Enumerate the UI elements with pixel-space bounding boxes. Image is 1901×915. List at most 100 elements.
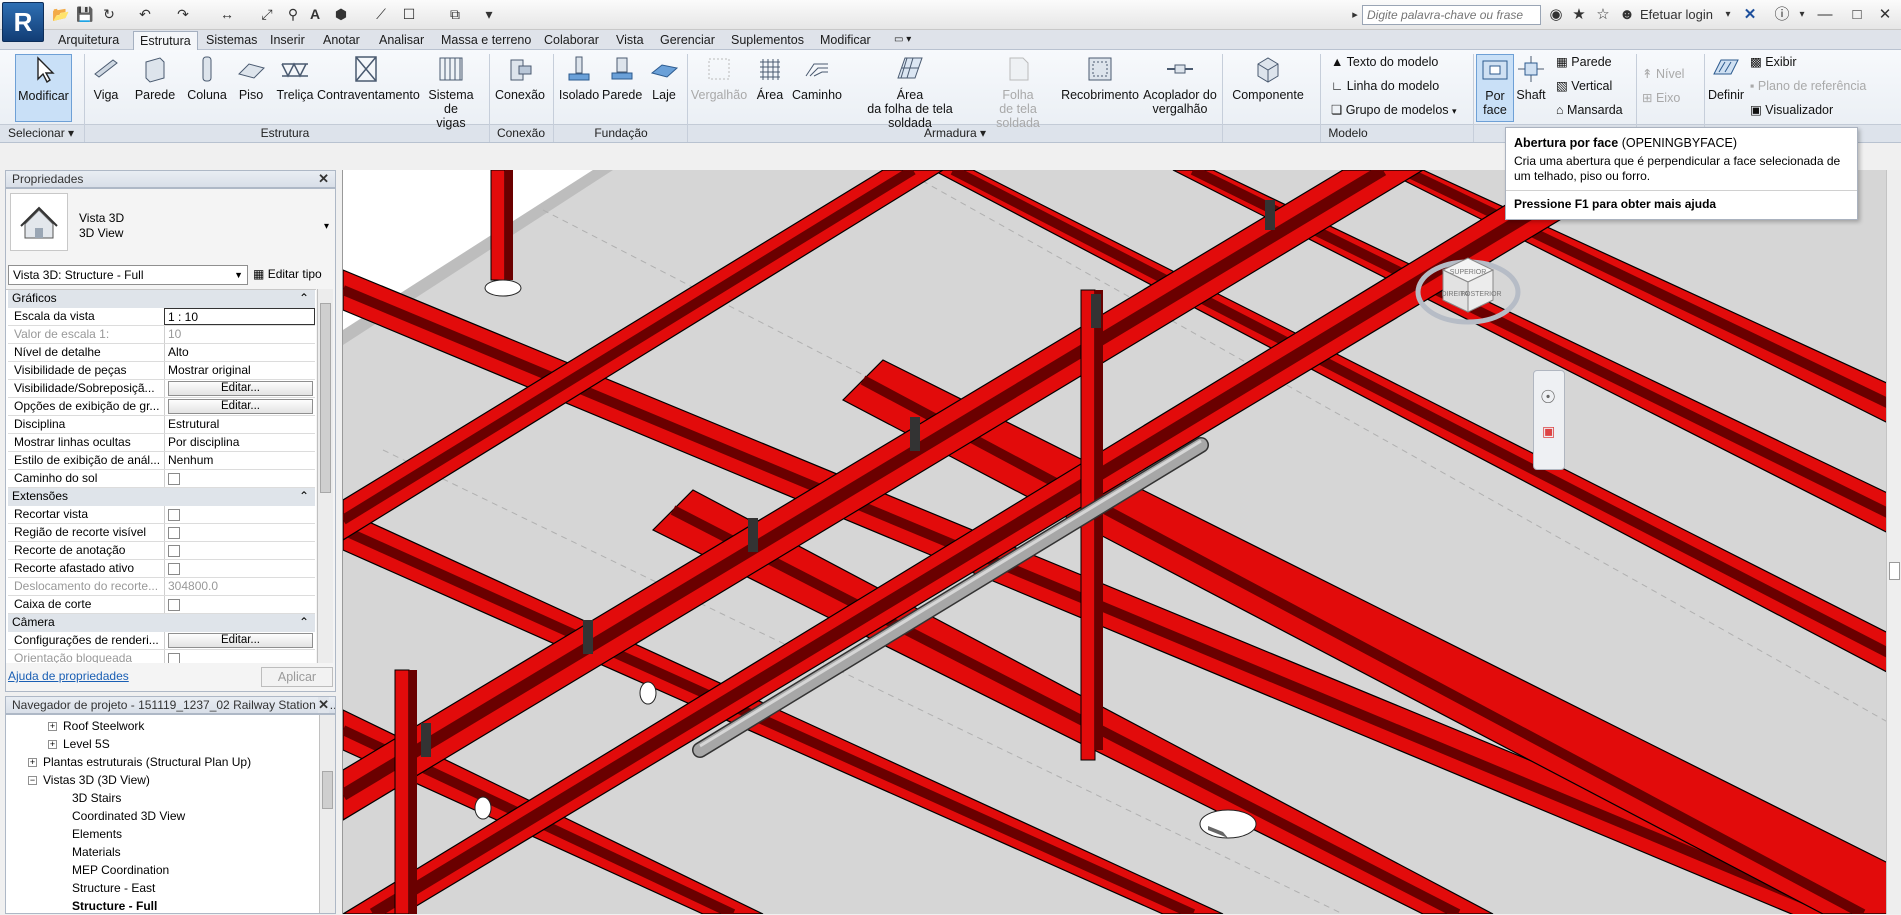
tab-estrutura[interactable]: Estrutura <box>133 31 198 50</box>
ref-plane-button[interactable]: ▪ Plano de referência <box>1750 76 1900 96</box>
browser-scrollbar[interactable] <box>319 715 335 913</box>
close-hidden-icon[interactable]: ☐ <box>400 5 418 23</box>
tree-node-level-5s[interactable]: + Level 5S <box>48 735 110 753</box>
locked-orientation-checkbox[interactable] <box>168 653 180 663</box>
tab-vista[interactable]: Vista <box>610 31 650 50</box>
expand-icon[interactable]: + <box>48 722 57 732</box>
far-clip-active-checkbox[interactable] <box>168 563 180 575</box>
crop-region-visible-checkbox[interactable] <box>168 527 180 539</box>
model-group-button[interactable]: ❏ Grupo de modelos ▾ <box>1331 100 1471 120</box>
scroll-thumb[interactable] <box>320 303 331 493</box>
level-button[interactable]: ↟ Nível <box>1642 64 1702 84</box>
prop-row[interactable]: Nível de detalhe Alto <box>8 344 315 362</box>
search-input[interactable] <box>1362 5 1541 25</box>
view-scale-input[interactable]: 1 : 10 <box>164 308 315 325</box>
minimize-window-icon[interactable]: — <box>1812 5 1838 25</box>
connection-button[interactable]: Conexão <box>494 54 546 122</box>
edit-graphic-display-button[interactable]: Editar... <box>168 399 313 414</box>
fabric-area-button[interactable]: Área da folha de tela soldada <box>846 54 974 130</box>
model-text-button[interactable]: ▲ Texto do modelo <box>1331 52 1471 72</box>
tree-node-3d-stairs[interactable]: 3D Stairs <box>72 789 121 807</box>
path-reinforcement-button[interactable]: Caminho <box>790 54 844 122</box>
dormer-opening-button[interactable]: ⌂ Mansarda <box>1556 100 1646 120</box>
help-icon[interactable]: ⓘ <box>1772 5 1792 25</box>
tab-analisar[interactable]: Analisar <box>373 31 430 50</box>
close-browser-icon[interactable]: ✕ <box>318 697 329 713</box>
3d-view-icon[interactable]: ⬢ <box>332 5 350 23</box>
help-dropdown-icon[interactable]: ▾ <box>1796 5 1808 25</box>
application-menu-button[interactable]: R <box>2 2 44 42</box>
tree-node-3d-views[interactable]: − Vistas 3D (3D View) <box>28 771 150 789</box>
login-button[interactable]: Efetuar login <box>1640 5 1730 25</box>
tab-inserir[interactable]: Inserir <box>264 31 311 50</box>
sync-icon[interactable]: ↻ <box>100 5 118 23</box>
subscription-icon[interactable]: ★ <box>1570 5 1588 25</box>
section-extensoes[interactable]: Extensões ⌃ <box>8 488 315 506</box>
brace-button[interactable]: Contraventamento <box>317 54 420 122</box>
tag-icon[interactable]: ⚲ <box>284 5 302 23</box>
scroll-thumb[interactable] <box>322 771 333 809</box>
section-camera[interactable]: Câmera ⌃ <box>8 614 315 632</box>
exchange-apps-icon[interactable]: ✕ <box>1740 5 1760 25</box>
reinforcement-panel-label[interactable]: Armadura ▾ <box>690 125 1220 142</box>
tab-arquitetura[interactable]: Arquitetura <box>52 31 125 50</box>
user-icon[interactable]: ☻ <box>1618 5 1636 25</box>
tree-node-roof-steelwork[interactable]: + Roof Steelwork <box>48 717 144 735</box>
tab-sistemas[interactable]: Sistemas <box>200 31 263 50</box>
beam-button[interactable]: Viga <box>88 54 124 122</box>
structure-3d-model[interactable] <box>343 170 1901 914</box>
tree-node-elements[interactable]: Elements <box>72 825 122 843</box>
wall-foundation-button[interactable]: Parede <box>602 54 642 122</box>
edit-visibility-button[interactable]: Editar... <box>168 381 313 396</box>
truss-button[interactable]: Treliça <box>275 54 315 122</box>
prop-row[interactable]: Mostrar linhas ocultas Por disciplina <box>8 434 315 452</box>
3d-viewport[interactable]: SUPERIOR DIREITA POSTERIOR ✕ ☉ ▣ <box>342 170 1901 914</box>
viewer-button[interactable]: ▣ Visualizador <box>1750 100 1900 120</box>
expand-icon[interactable]: + <box>28 758 37 768</box>
binoculars-icon[interactable]: ◉ <box>1547 5 1565 25</box>
close-properties-icon[interactable]: ✕ <box>318 171 329 187</box>
thin-lines-icon[interactable]: ⟋ <box>372 5 390 23</box>
tab-colaborar[interactable]: Colaborar <box>538 31 605 50</box>
structural-wall-button[interactable]: Parede <box>133 54 177 122</box>
prop-row[interactable]: Disciplina Estrutural <box>8 416 315 434</box>
rebar-coupler-button[interactable]: Acoplador do vergalhão <box>1142 54 1218 122</box>
grid-button[interactable]: ⊞ Eixo <box>1642 88 1702 108</box>
redo-icon[interactable]: ↷ <box>174 5 192 23</box>
properties-scrollbar[interactable] <box>317 289 333 663</box>
opening-by-face-button[interactable]: Por face <box>1476 54 1514 122</box>
tree-node-coordinated-3d[interactable]: Coordinated 3D View <box>72 807 185 825</box>
rebar-button[interactable]: Vergalhão <box>690 54 748 122</box>
tab-modificar[interactable]: Modificar <box>814 31 877 50</box>
cover-button[interactable]: Recobrimento <box>1060 54 1140 122</box>
expand-search-icon[interactable]: ▸ <box>1350 5 1360 25</box>
communication-icon[interactable]: ☆ <box>1594 5 1612 25</box>
prop-row[interactable]: Estilo de exibição de anál... Nenhum <box>8 452 315 470</box>
text-icon[interactable]: A <box>306 5 324 23</box>
edit-rendering-button[interactable]: Editar... <box>168 633 313 648</box>
scroll-thumb[interactable] <box>1889 562 1900 580</box>
fabric-sheet-button[interactable]: Folha de tela soldada <box>976 54 1060 130</box>
section-box-checkbox[interactable] <box>168 599 180 611</box>
shaft-button[interactable]: Shaft <box>1514 54 1548 122</box>
sun-path-checkbox[interactable] <box>168 473 180 485</box>
show-work-plane-button[interactable]: ▩ Exibir <box>1750 52 1900 72</box>
select-panel-label[interactable]: Selecionar ▾ <box>8 125 80 142</box>
dimension-icon[interactable]: ⤢ <box>258 5 276 23</box>
crop-view-checkbox[interactable] <box>168 509 180 521</box>
wall-opening-button[interactable]: ▦ Parede <box>1556 52 1646 72</box>
beam-system-button[interactable]: Sistema de vigas <box>420 54 482 130</box>
zoom-icon[interactable]: ▣ <box>1542 423 1555 440</box>
viewcube[interactable]: SUPERIOR DIREITA POSTERIOR <box>1413 230 1523 340</box>
column-button[interactable]: Coluna <box>185 54 229 122</box>
edit-type-button[interactable]: ▦ Editar tipo <box>253 265 333 285</box>
view-instance-selector[interactable]: Vista 3D: Structure - Full ▼ <box>8 265 248 285</box>
undo-icon[interactable]: ↶ <box>136 5 154 23</box>
model-line-button[interactable]: ∟ Linha do modelo <box>1331 76 1471 96</box>
properties-help-link[interactable]: Ajuda de propriedades <box>8 669 129 683</box>
prop-row[interactable]: Visibilidade de peças Mostrar original <box>8 362 315 380</box>
type-selector-dropdown-icon[interactable]: ▾ <box>324 221 329 232</box>
tree-node-structural-plans[interactable]: + Plantas estruturais (Structural Plan Up… <box>28 753 251 771</box>
tree-node-structure-full[interactable]: Structure - Full <box>72 897 157 915</box>
section-graficos[interactable]: Gráficos ⌃ <box>8 290 315 308</box>
